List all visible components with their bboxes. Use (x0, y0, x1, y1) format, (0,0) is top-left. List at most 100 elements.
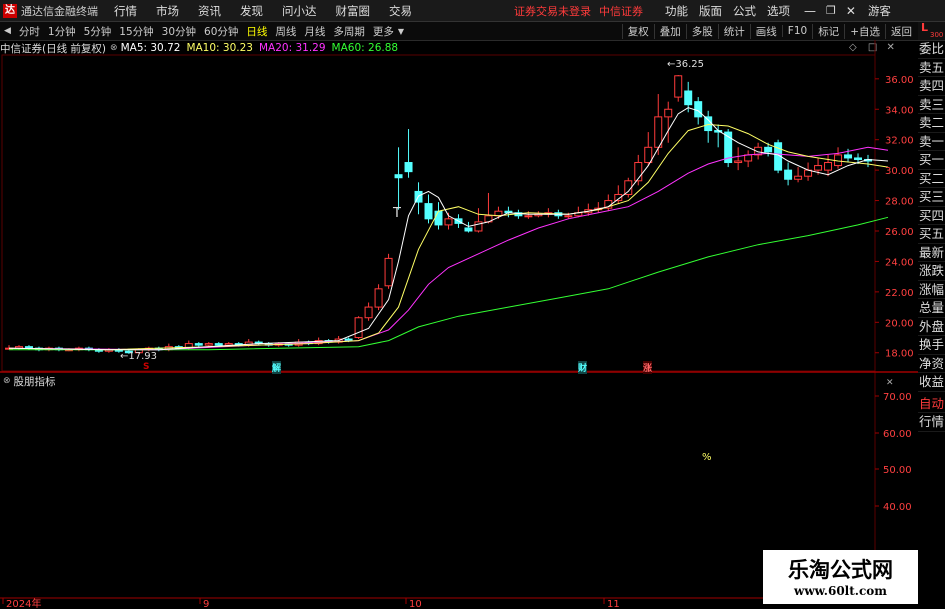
candle-body (244, 341, 253, 346)
menu-options[interactable]: 选项 (767, 3, 790, 19)
event-unlock[interactable]: 解 (272, 361, 282, 374)
lower-panel-grid: 70.00 60.00 50.00 40.00 (875, 392, 912, 513)
candle-body (654, 116, 663, 148)
menu-discover[interactable]: 发现 (240, 3, 263, 19)
restore-icon[interactable]: ❐ (826, 4, 836, 17)
price-chart[interactable]: 36.00 34.00 32.00 30.00 28.00 26.00 24.00 22.00… (0, 0, 945, 609)
menu-trade[interactable]: 交易 (389, 3, 412, 19)
sidebar-item-quote[interactable]: 行情 (918, 413, 945, 432)
sidebar-item-volume[interactable]: 总量 (918, 299, 945, 318)
period-tab-30min[interactable]: 30分钟 (158, 24, 200, 39)
chevron-left-icon[interactable]: ◀ (0, 26, 15, 36)
event-rise[interactable]: 涨 (643, 361, 653, 374)
sidebar-item-sell5[interactable]: 卖五 (918, 59, 945, 77)
candle-body (524, 215, 533, 218)
sidebar-item-turnover[interactable]: 换手 (918, 336, 945, 355)
sidebar-item-buy2[interactable]: 买二 (918, 170, 945, 188)
period-tab-timeshare[interactable]: 分时 (15, 24, 44, 39)
sidebar-item-change[interactable]: 涨跌 (918, 262, 945, 281)
sidebar-item-weibi[interactable]: 委比 (918, 40, 945, 59)
candle-body (324, 340, 333, 343)
sidebar-item-change-pct[interactable]: 涨幅 (918, 281, 945, 299)
sidebar-item-sell3[interactable]: 卖三 (918, 96, 945, 114)
f10-button[interactable]: F10 (781, 25, 812, 37)
sidebar-item-net-assets[interactable]: 净资 (918, 355, 945, 373)
sidebar-item-buy3[interactable]: 买三 (918, 188, 945, 207)
candle-body (544, 212, 553, 215)
add-watchlist-button[interactable]: +自选 (844, 23, 885, 39)
menu-function[interactable]: 功能 (665, 3, 688, 19)
sidebar-item-auto[interactable]: 自动 (918, 395, 945, 413)
broker-name: 中信证券 (599, 4, 643, 18)
minimize-icon[interactable]: — (804, 4, 816, 18)
settings-icon[interactable]: ⊗ (110, 43, 118, 53)
ma-lines (8, 107, 889, 351)
sidebar-item-sell1[interactable]: 卖一 (918, 133, 945, 151)
candle-body (514, 212, 523, 217)
settings-icon[interactable]: ⊗ (3, 376, 11, 386)
sidebar-item-buy5[interactable]: 买五 (918, 225, 945, 244)
candle-body (64, 349, 73, 352)
candle-body (454, 218, 463, 224)
candle-body (864, 158, 873, 162)
event-finance[interactable]: 财 (578, 361, 588, 374)
sidebar-item-buy1[interactable]: 买一 (918, 151, 945, 170)
period-tab-5min[interactable]: 5分钟 (80, 24, 116, 39)
period-tab-monthly[interactable]: 月线 (300, 24, 329, 39)
candle-body (294, 341, 303, 346)
menu-market[interactable]: 市场 (156, 3, 179, 19)
candle-body (734, 160, 743, 164)
period-tab-1min[interactable]: 1分钟 (44, 24, 80, 39)
sidebar-item-earnings[interactable]: 收益 (918, 373, 945, 392)
period-tab-daily[interactable]: 日线 (242, 24, 271, 39)
price-tick-label: 24.00 (885, 257, 914, 268)
ma20-value: MA20: 31.29 (258, 42, 326, 54)
period-tab-60min[interactable]: 60分钟 (200, 24, 242, 39)
period-tab-weekly[interactable]: 周线 (271, 24, 300, 39)
period-tab-multi[interactable]: 多周期 (329, 24, 369, 39)
trade-login-link[interactable]: 证券交易未登录 (514, 3, 591, 19)
candle-body (214, 343, 223, 346)
sidebar-item-outer[interactable]: 外盘 (918, 318, 945, 336)
adjust-button[interactable]: 复权 (621, 23, 654, 39)
price-tick-label: 26.00 (885, 227, 914, 238)
chevron-down-icon[interactable]: ▼ (398, 27, 404, 36)
date-tick-label: 2024年 (6, 597, 41, 609)
mark-button[interactable]: 标记 (812, 23, 844, 39)
multi-stock-button[interactable]: 多股 (685, 23, 718, 39)
candle-body (424, 203, 433, 220)
sidebar-item-buy4[interactable]: 买四 (918, 207, 945, 225)
menu-layout[interactable]: 版面 (699, 3, 722, 19)
menu-hangqing[interactable]: 行情 (114, 3, 137, 19)
back-button[interactable]: 返回 (885, 23, 917, 39)
panel-close-icon[interactable]: ✕ (886, 378, 894, 388)
candle-body (744, 154, 753, 162)
menu-wealth-circle[interactable]: 财富圈 (336, 3, 371, 19)
watermark-logo: 乐淘公式网 (788, 557, 893, 582)
period-tab-more[interactable]: 更多 (369, 24, 398, 39)
menu-formula[interactable]: 公式 (733, 3, 756, 19)
candle-body (584, 209, 593, 214)
guest-label[interactable]: 游客 (868, 3, 891, 19)
menu-news[interactable]: 资讯 (198, 3, 221, 19)
close-panel-icon[interactable]: ✕ (887, 42, 895, 53)
menu-ask-xiaoda[interactable]: 问小达 (282, 3, 317, 19)
diamond-icon[interactable]: ◇ (849, 42, 857, 53)
event-s[interactable]: S (143, 362, 149, 372)
candle-body (344, 338, 353, 342)
stats-button[interactable]: 统计 (717, 23, 750, 39)
close-icon[interactable]: ✕ (846, 4, 856, 18)
sidebar-item-sell2[interactable]: 卖二 (918, 114, 945, 133)
sidebar-item-sell4[interactable]: 卖四 (918, 77, 945, 96)
panel-controls: ◇ □ ✕ (849, 42, 895, 53)
candle-body (804, 169, 813, 177)
period-tab-15min[interactable]: 15分钟 (115, 24, 157, 39)
candle-body (814, 165, 823, 171)
sidebar-item-latest[interactable]: 最新 (918, 244, 945, 262)
draw-line-button[interactable]: 画线 (749, 23, 782, 39)
expand-icon[interactable]: □ (868, 42, 877, 53)
lower-tick-label: 60.00 (883, 429, 912, 440)
overlay-button[interactable]: 叠加 (653, 23, 686, 39)
candle-body (674, 75, 683, 98)
percent-marker: % (702, 452, 712, 463)
